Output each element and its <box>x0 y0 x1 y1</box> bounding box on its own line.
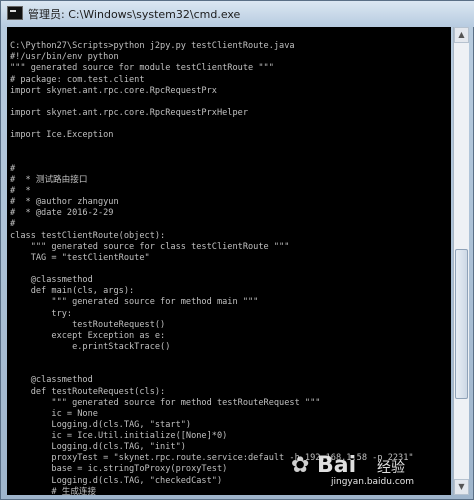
console-line: # * <box>10 185 31 196</box>
console-line: testRouteRequest() <box>10 319 166 330</box>
window-title: 管理员: C:\Windows\system32\cmd.exe <box>28 8 241 21</box>
console-line: #!/usr/bin/env python <box>10 52 119 63</box>
console-line: @classmethod <box>10 275 93 286</box>
console-line: # * 测试路由接口 <box>10 174 88 185</box>
console-line: # <box>10 219 16 230</box>
console-line: ic = None <box>10 408 98 419</box>
scroll-thumb[interactable] <box>455 248 468 399</box>
scroll-up-button[interactable]: ▲ <box>454 27 469 43</box>
scroll-down-button[interactable]: ▼ <box>454 479 469 495</box>
console-line: # <box>10 163 16 174</box>
console-line: # package: com.test.client <box>10 74 145 85</box>
baidu-jingyan-watermark: ✿ Bai 经验 jingyan.baidu.com <box>289 449 429 489</box>
vertical-scrollbar[interactable]: ▲ ▼ <box>453 27 469 495</box>
console-line: TAG = "testClientRoute" <box>10 252 150 263</box>
title-bar[interactable]: 管理员: C:\Windows\system32\cmd.exe <box>1 1 474 27</box>
console-line: """ generated source for module testClie… <box>10 63 274 74</box>
console-line: import skynet.ant.rpc.core.RpcRequestPrx <box>10 85 217 96</box>
cmd-window: 管理员: C:\Windows\system32\cmd.exe C:\Pyth… <box>0 0 474 500</box>
console-line: """ generated source for method main """ <box>10 297 259 308</box>
watermark-brand-suffix: 经验 <box>377 460 405 476</box>
console-line: import Ice.Exception <box>10 130 114 141</box>
console-line: e.printStackTrace() <box>10 341 171 352</box>
console-lines: C:\Python27\Scripts>python j2py.py testC… <box>7 27 451 495</box>
console-line: C:\Python27\Scripts>python j2py.py testC… <box>10 41 295 52</box>
console-line: class testClientRoute(object): <box>10 230 166 241</box>
console-line: try: <box>10 308 73 319</box>
cmd-app-icon[interactable] <box>7 6 23 20</box>
console-line: ic = Ice.Util.initialize([None]*0) <box>10 431 228 442</box>
console-line: Logging.d(cls.TAG, "start") <box>10 419 192 430</box>
watermark-brand: Bai <box>317 453 357 478</box>
watermark-url: jingyan.baidu.com <box>331 477 415 487</box>
console-line: @classmethod <box>10 375 93 386</box>
console-line: except Exception as e: <box>10 330 166 341</box>
console-line: def testRouteRequest(cls): <box>10 386 166 397</box>
console-line: # * @author zhangyun <box>10 197 119 208</box>
console-line: """ generated source for method testRout… <box>10 397 321 408</box>
console-line: def main(cls, args): <box>10 286 135 297</box>
console-output[interactable]: C:\Python27\Scripts>python j2py.py testC… <box>7 27 451 495</box>
console-line: """ generated source for class testClien… <box>10 241 290 252</box>
console-line: # * @date 2016-2-29 <box>10 208 114 219</box>
console-line: import skynet.ant.rpc.core.RpcRequestPrx… <box>10 107 248 118</box>
baidu-paw-icon: ✿ <box>291 453 310 478</box>
